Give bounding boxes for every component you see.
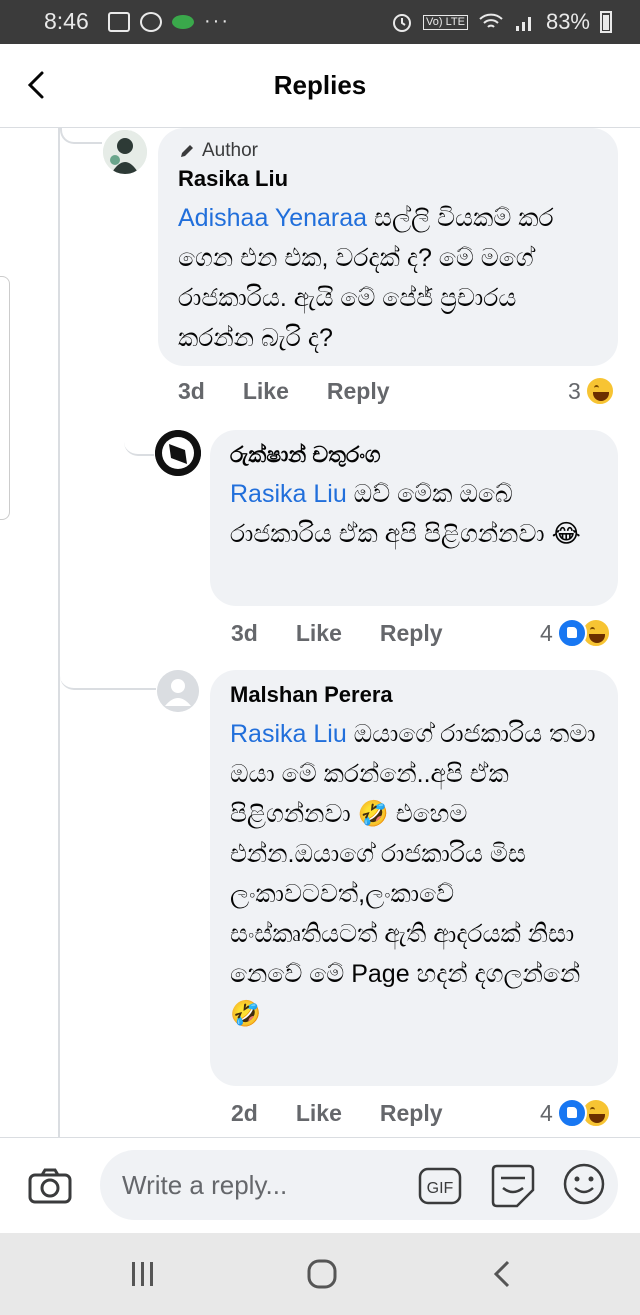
emoji-icon[interactable] (562, 1162, 606, 1206)
reply-input[interactable] (100, 1150, 618, 1220)
comment-time: 2d (231, 1100, 258, 1126)
like-reaction-icon (556, 1098, 587, 1128)
reaction-count: 4 (540, 1099, 553, 1126)
comment-actions: 3d Like Reply (231, 620, 481, 647)
recent-apps-icon[interactable] (128, 1259, 158, 1289)
thread-line (58, 128, 60, 1138)
comment-body: ඔයාගේ රාජකාරිය තමා ඔයා මේ කරන්නේ..අපි ඒක… (230, 720, 596, 1028)
like-reaction-icon (556, 618, 587, 648)
signal-icon (515, 17, 531, 31)
gif-icon[interactable]: GIF (418, 1166, 462, 1206)
comment-bubble: Malshan Perera Rasika Liu ඔයාගේ රාජකාරිය… (210, 670, 618, 1086)
commenter-name[interactable]: Rasika Liu (178, 166, 598, 192)
comment-bubble: රුක්ෂාන් චතුරංග Rasika Liu ඔව් මේක ඔබේ ර… (210, 430, 618, 606)
status-time: 8:46 (44, 8, 89, 34)
author-badge: Author (178, 140, 598, 162)
comment-actions: 2d Like Reply (231, 1100, 481, 1127)
app-notification-icon (172, 14, 194, 29)
header: Replies (0, 44, 640, 128)
avatar[interactable] (103, 130, 147, 174)
android-nav-bar (0, 1233, 640, 1315)
comment-actions: 3d Like Reply (178, 378, 428, 405)
thread-branch (124, 394, 154, 456)
commenter-name[interactable]: රුක්ෂාන් චතුරංග (230, 442, 598, 468)
reply-button[interactable]: Reply (380, 620, 443, 647)
reaction-summary[interactable]: 3 (568, 376, 615, 406)
like-button[interactable]: Like (296, 620, 342, 647)
reply-button[interactable]: Reply (327, 378, 390, 405)
sticker-icon[interactable] (489, 1162, 537, 1208)
system-icons: Vo) LTE 83% (391, 9, 612, 35)
default-avatar-icon (157, 670, 199, 712)
reaction-count: 3 (568, 377, 581, 404)
haha-reaction-icon (584, 376, 615, 406)
alarm-icon (393, 14, 412, 32)
comment-text: Rasika Liu ඔයාගේ රාජකාරිය තමා ඔයා මේ කරන… (230, 714, 598, 1034)
comment-bubble: Author Rasika Liu Adishaa Yenaraa සල්ලි … (158, 128, 618, 366)
comment-text: Adishaa Yenaraa සල්ලි වියකම් කර ගෙන එන එ… (178, 198, 598, 358)
mention-link[interactable]: Adishaa Yenaraa (178, 204, 367, 232)
reaction-summary[interactable]: 4 (540, 618, 611, 648)
more-notifications-icon: ··· (204, 10, 230, 32)
nav-back-icon[interactable] (488, 1258, 518, 1290)
battery-icon (600, 11, 612, 33)
notification-icons: ··· (108, 10, 230, 33)
like-button[interactable]: Like (243, 378, 289, 405)
mention-link[interactable]: Rasika Liu (230, 480, 347, 508)
battery-percent: 83% (545, 9, 590, 34)
reaction-count: 4 (540, 619, 553, 646)
thread-branch (60, 634, 156, 690)
network-type: Vo) LTE (423, 14, 468, 30)
replies-sheet: Replies Author Rasika Liu Adishaa Yenara… (0, 44, 640, 1315)
author-badge-label: Author (202, 140, 258, 161)
gallery-notification-icon (108, 11, 130, 32)
comment-time: 3d (178, 378, 205, 404)
page-title: Replies (273, 70, 367, 100)
avatar[interactable] (157, 670, 199, 712)
avatar[interactable] (155, 430, 201, 476)
reply-composer: GIF (0, 1137, 640, 1233)
status-bar: 8:46 ··· Vo) LTE 83% (0, 0, 640, 44)
reaction-summary[interactable]: 4 (540, 1098, 611, 1128)
commenter-name[interactable]: Malshan Perera (230, 682, 598, 708)
comment-text: Rasika Liu ඔව් මේක ඔබේ රාජකාරිය ඒක අපි ප… (230, 474, 598, 554)
gif-label: GIF (427, 1180, 454, 1197)
mention-link[interactable]: Rasika Liu (230, 720, 347, 748)
pencil-icon (181, 145, 193, 157)
reply-button[interactable]: Reply (380, 1100, 443, 1127)
home-icon[interactable] (306, 1258, 338, 1290)
thread-branch (60, 128, 102, 144)
like-button[interactable]: Like (296, 1100, 342, 1127)
instagram-notification-icon (140, 11, 162, 32)
wifi-icon (479, 13, 503, 28)
comment-time: 3d (231, 620, 258, 646)
camera-icon[interactable] (28, 1168, 72, 1204)
side-panel-edge (0, 276, 10, 520)
